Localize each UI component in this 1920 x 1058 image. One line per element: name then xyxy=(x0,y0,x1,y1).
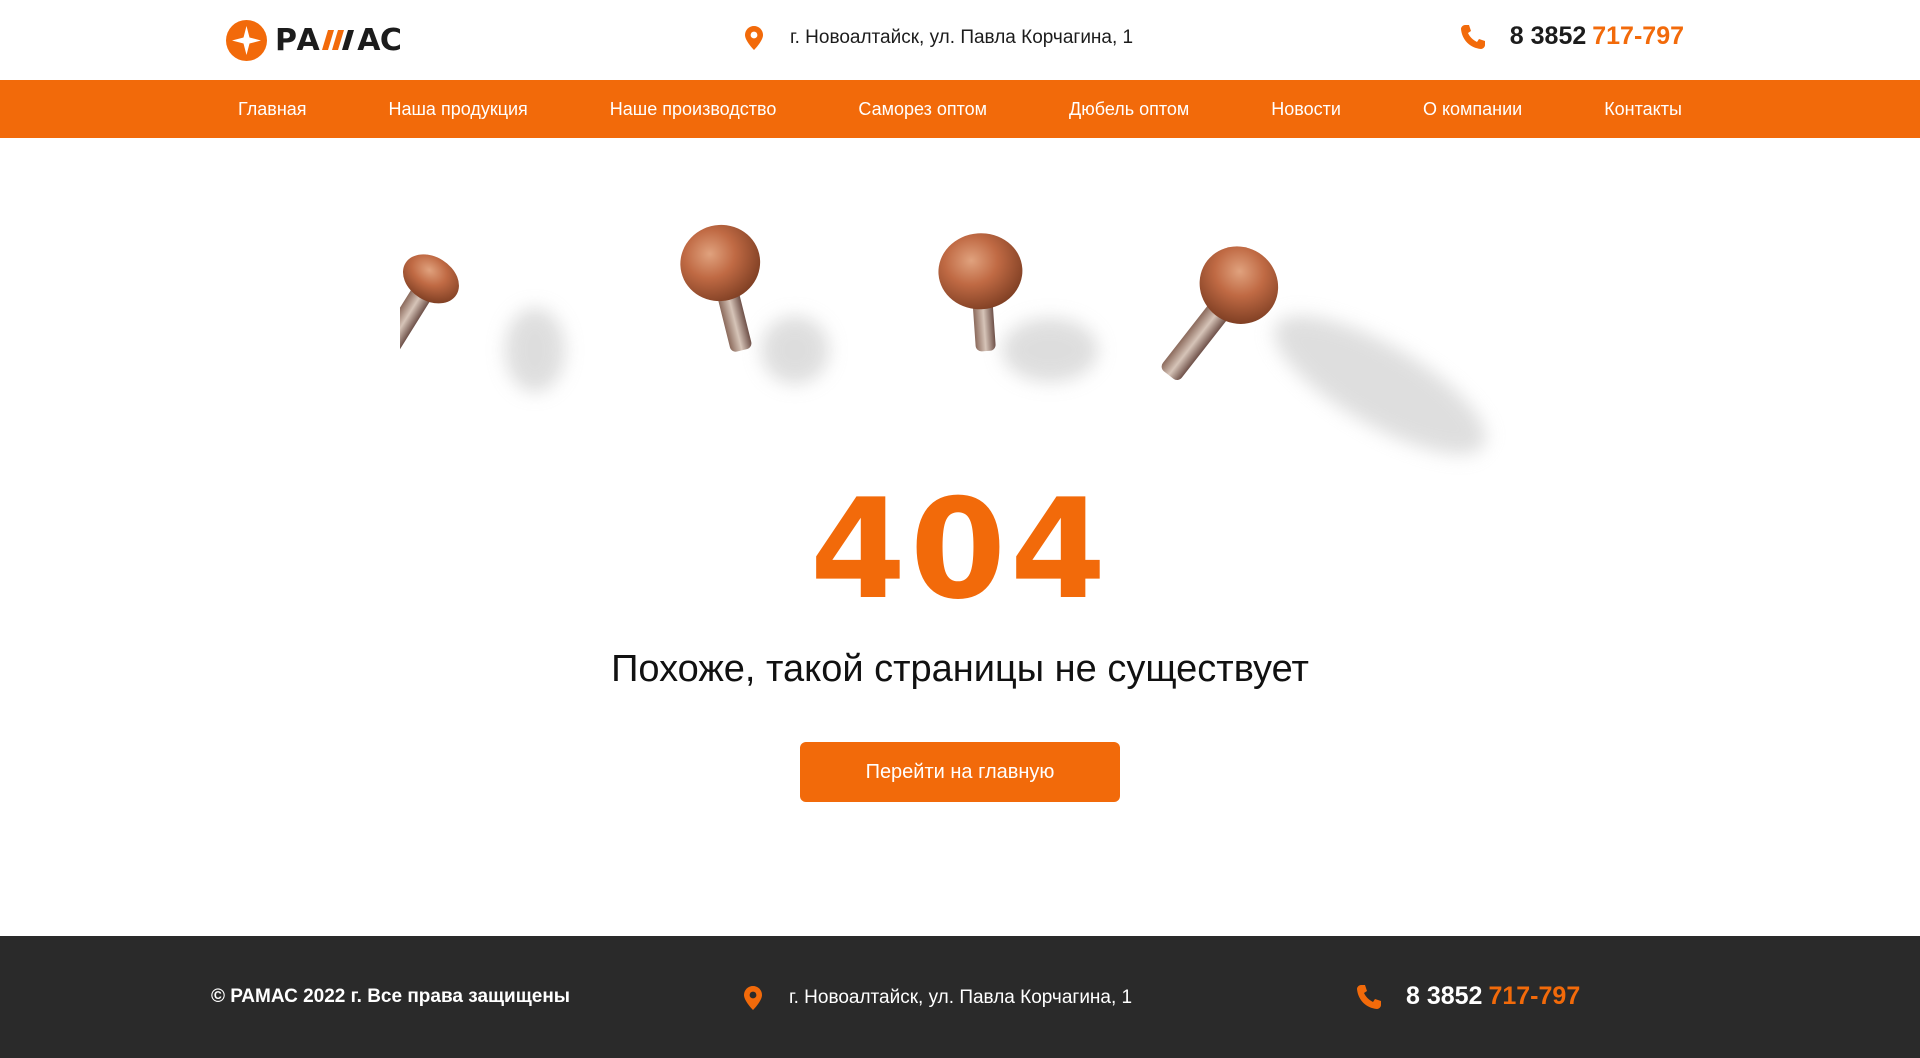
logo[interactable]: РА АС xyxy=(226,19,402,61)
nav-item-production[interactable]: Наше производство xyxy=(610,99,777,120)
nav-item-news[interactable]: Новости xyxy=(1271,99,1341,120)
go-home-button[interactable]: Перейти на главную xyxy=(800,742,1120,802)
map-pin-icon xyxy=(744,986,762,1010)
rusty-nails-image xyxy=(400,224,1486,455)
nav-item-screws-wholesale[interactable]: Саморез оптом xyxy=(858,99,987,120)
nail-2 xyxy=(680,224,829,384)
main-nav: Главная Наша продукция Наше производство… xyxy=(0,80,1920,138)
footer-address-text: г. Новоалтайск, ул. Павла Корчагина, 1 xyxy=(789,987,1133,1008)
nav-item-dowels-wholesale[interactable]: Дюбель оптом xyxy=(1069,99,1189,120)
logo-text-left: РА xyxy=(275,22,320,58)
header-phone[interactable]: 8 3852 717-797 xyxy=(1459,22,1684,51)
header-address: г. Новоалтайск, ул. Павла Корчагина, 1 xyxy=(745,26,1133,50)
nail-3 xyxy=(938,233,1098,382)
nav-item-products[interactable]: Наша продукция xyxy=(388,99,527,120)
header-phone-prefix: 8 3852 xyxy=(1509,22,1587,50)
header-address-text: г. Новоалтайск, ул. Павла Корчагина, 1 xyxy=(790,27,1134,48)
nail-1 xyxy=(400,254,565,392)
site-header: РА АС г. Новоалтайск, ул. Павла Корчагин… xyxy=(0,0,1920,80)
error-code: 404 xyxy=(809,469,1111,630)
footer-address: г. Новоалтайск, ул. Павла Корчагина, 1 xyxy=(744,986,1132,1010)
header-phone-number: 717-797 xyxy=(1592,22,1684,50)
logo-star-icon xyxy=(226,19,267,61)
footer-phone[interactable]: 8 3852 717-797 xyxy=(1355,982,1580,1011)
footer-copyright: © РАМАС 2022 г. Все права защищены xyxy=(211,986,571,1007)
error-message: Похоже, такой страницы не существует xyxy=(611,648,1309,690)
site-footer: © РАМАС 2022 г. Все права защищены г. Но… xyxy=(0,936,1920,1058)
nav-item-contacts[interactable]: Контакты xyxy=(1604,99,1682,120)
footer-phone-number: 717-797 xyxy=(1488,982,1581,1010)
logo-wordmark: РА АС xyxy=(275,22,402,58)
map-pin-icon xyxy=(745,26,763,50)
nail-4 xyxy=(1161,246,1486,455)
phone-icon xyxy=(1357,984,1381,1009)
logo-flame-icon xyxy=(322,30,355,50)
nav-item-home[interactable]: Главная xyxy=(238,99,307,120)
phone-icon xyxy=(1460,24,1485,49)
logo-text-right: АС xyxy=(357,22,402,58)
footer-phone-prefix: 8 3852 xyxy=(1406,982,1483,1010)
nav-item-about[interactable]: О компании xyxy=(1423,99,1522,120)
